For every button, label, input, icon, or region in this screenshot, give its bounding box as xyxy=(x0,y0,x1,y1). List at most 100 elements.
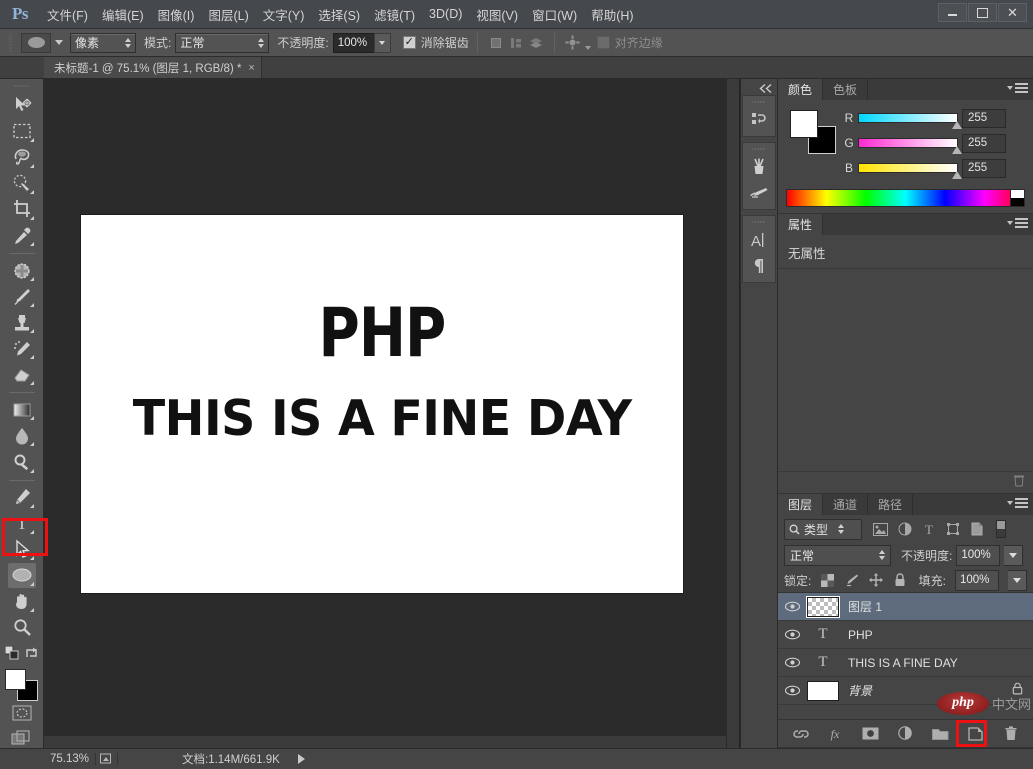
tool-preset-chevron-down-icon[interactable] xyxy=(55,40,63,45)
ellipse-tool[interactable] xyxy=(7,562,36,588)
filter-type-icon[interactable]: T xyxy=(920,521,937,538)
screen-mode-icon[interactable] xyxy=(9,727,35,748)
color-swatches[interactable] xyxy=(4,668,39,701)
menu-item-10[interactable]: 帮助(H) xyxy=(584,1,640,28)
opacity-input[interactable]: 100% xyxy=(332,32,375,53)
channel-slider-b[interactable] xyxy=(858,163,962,179)
eyedropper-tool[interactable] xyxy=(8,223,36,248)
layer-visibility-eye-icon[interactable] xyxy=(778,685,806,696)
tab-paths[interactable]: 路径 xyxy=(868,494,914,515)
history-panel-group[interactable] xyxy=(742,95,776,137)
history-brush-tool[interactable] xyxy=(8,336,36,361)
maximize-button[interactable] xyxy=(968,3,997,22)
crop-tool[interactable] xyxy=(8,197,36,222)
character-panel-icon[interactable]: A xyxy=(744,227,774,253)
spectrum-white-black-ends[interactable] xyxy=(1010,190,1024,206)
move-tool[interactable] xyxy=(8,93,36,118)
menu-item-8[interactable]: 视图(V) xyxy=(469,1,525,28)
layer-thumbnail[interactable]: T xyxy=(806,624,840,646)
path-alignment-icon[interactable] xyxy=(506,33,526,53)
layer-row[interactable]: 图层 1 xyxy=(778,593,1033,621)
paragraph-panel-icon[interactable] xyxy=(744,253,774,279)
foreground-color-swatch[interactable] xyxy=(4,668,26,690)
rectangular-marquee-tool[interactable] xyxy=(8,119,36,144)
tab-swatches[interactable]: 色板 xyxy=(823,79,869,100)
layer-opacity-dropdown-button[interactable] xyxy=(1004,544,1024,566)
brush-tool[interactable] xyxy=(8,284,36,309)
menu-item-7[interactable]: 3D(D) xyxy=(422,3,469,25)
menu-item-0[interactable]: 文件(F) xyxy=(40,1,95,28)
layer-visibility-eye-icon[interactable] xyxy=(778,657,806,668)
canvas-area[interactable]: PHP THIS IS A FINE DAY xyxy=(44,79,740,748)
lock-image-pixels-icon[interactable] xyxy=(844,573,859,588)
canvas-horizontal-scrollbar[interactable] xyxy=(44,735,726,748)
layer-opacity-input[interactable]: 100% xyxy=(956,544,1001,566)
lock-transparency-icon[interactable] xyxy=(820,573,835,588)
layer-mask-button[interactable] xyxy=(861,724,881,744)
color-spectrum-ramp[interactable] xyxy=(786,189,1025,207)
path-selection-tool[interactable] xyxy=(8,537,36,562)
brush-panel-icon[interactable] xyxy=(744,180,774,206)
brush-panel-group[interactable] xyxy=(742,142,776,210)
blend-mode-select[interactable]: 正常 xyxy=(175,32,270,53)
lasso-tool[interactable] xyxy=(8,145,36,170)
expand-panels-icon[interactable] xyxy=(741,81,777,95)
antialias-checkbox[interactable]: ✓ xyxy=(402,36,416,49)
channel-slider-b-knob[interactable] xyxy=(952,171,962,179)
blur-tool[interactable] xyxy=(8,423,36,448)
close-button[interactable]: ✕ xyxy=(998,3,1027,22)
delete-properties-icon[interactable] xyxy=(1013,474,1025,492)
tools-panel-grip[interactable] xyxy=(13,82,30,90)
canvas-vertical-scrollbar[interactable] xyxy=(726,79,739,748)
clone-stamp-tool[interactable] xyxy=(8,310,36,335)
spot-healing-brush-tool[interactable] xyxy=(8,258,36,283)
link-layers-button[interactable] xyxy=(791,724,811,744)
geometry-options-gear-icon[interactable] xyxy=(563,33,583,53)
channel-value-b[interactable]: 255 xyxy=(962,158,1006,178)
brush-presets-panel-icon[interactable] xyxy=(744,154,774,180)
path-operations-icon[interactable] xyxy=(486,33,506,53)
filter-smart-object-icon[interactable] xyxy=(968,521,985,538)
menu-item-9[interactable]: 窗口(W) xyxy=(525,1,584,28)
tab-properties[interactable]: 属性 xyxy=(778,214,824,235)
tab-color[interactable]: 颜色 xyxy=(778,79,824,100)
new-layer-button[interactable] xyxy=(966,724,986,744)
layer-style-button[interactable]: fx xyxy=(826,724,846,744)
channel-value-g[interactable]: 255 xyxy=(962,133,1006,153)
document-tab[interactable]: 未标题-1 @ 75.1% (图层 1, RGB/8) * × xyxy=(44,57,262,78)
color-foreground-swatch[interactable] xyxy=(790,110,818,138)
properties-panel-menu-button[interactable] xyxy=(1007,218,1028,228)
layer-blend-mode-select[interactable]: 正常 xyxy=(784,544,891,566)
document-canvas[interactable]: PHP THIS IS A FINE DAY xyxy=(81,215,683,593)
layer-thumbnail[interactable]: T xyxy=(806,652,840,674)
tab-layers[interactable]: 图层 xyxy=(778,494,824,515)
history-panel-icon[interactable] xyxy=(744,107,774,133)
layer-row[interactable]: 背景 xyxy=(778,677,1033,705)
document-tab-close-icon[interactable]: × xyxy=(248,62,254,74)
draw-mode-select[interactable]: 像素 xyxy=(70,32,136,53)
minimize-button[interactable] xyxy=(938,3,967,22)
layer-thumbnail[interactable] xyxy=(806,680,840,702)
layer-fill-dropdown-button[interactable] xyxy=(1008,569,1027,591)
filter-shape-icon[interactable] xyxy=(944,521,961,538)
tool-preset-picker[interactable] xyxy=(21,32,51,53)
gradient-tool[interactable] xyxy=(8,397,36,422)
new-group-button[interactable] xyxy=(931,724,951,744)
type-panel-group[interactable]: A xyxy=(742,215,776,283)
status-preview-icon[interactable] xyxy=(96,753,118,765)
menu-item-2[interactable]: 图像(I) xyxy=(151,1,202,28)
eraser-tool[interactable] xyxy=(8,362,36,387)
menu-item-1[interactable]: 编辑(E) xyxy=(95,1,151,28)
options-bar-grip[interactable] xyxy=(6,32,15,53)
channel-slider-r[interactable] xyxy=(858,113,962,129)
layer-visibility-eye-icon[interactable] xyxy=(778,601,806,612)
align-edges-checkbox[interactable]: ✓ xyxy=(596,36,610,49)
channel-slider-r-knob[interactable] xyxy=(952,121,962,129)
color-panel-menu-button[interactable] xyxy=(1007,83,1028,93)
quick-mask-icon[interactable] xyxy=(9,703,35,724)
delete-layer-button[interactable] xyxy=(1001,724,1021,744)
path-arrangement-icon[interactable] xyxy=(526,33,546,53)
zoom-tool[interactable] xyxy=(8,615,36,640)
menu-item-5[interactable]: 选择(S) xyxy=(311,1,367,28)
zoom-level-input[interactable]: 75.13% xyxy=(44,753,96,765)
